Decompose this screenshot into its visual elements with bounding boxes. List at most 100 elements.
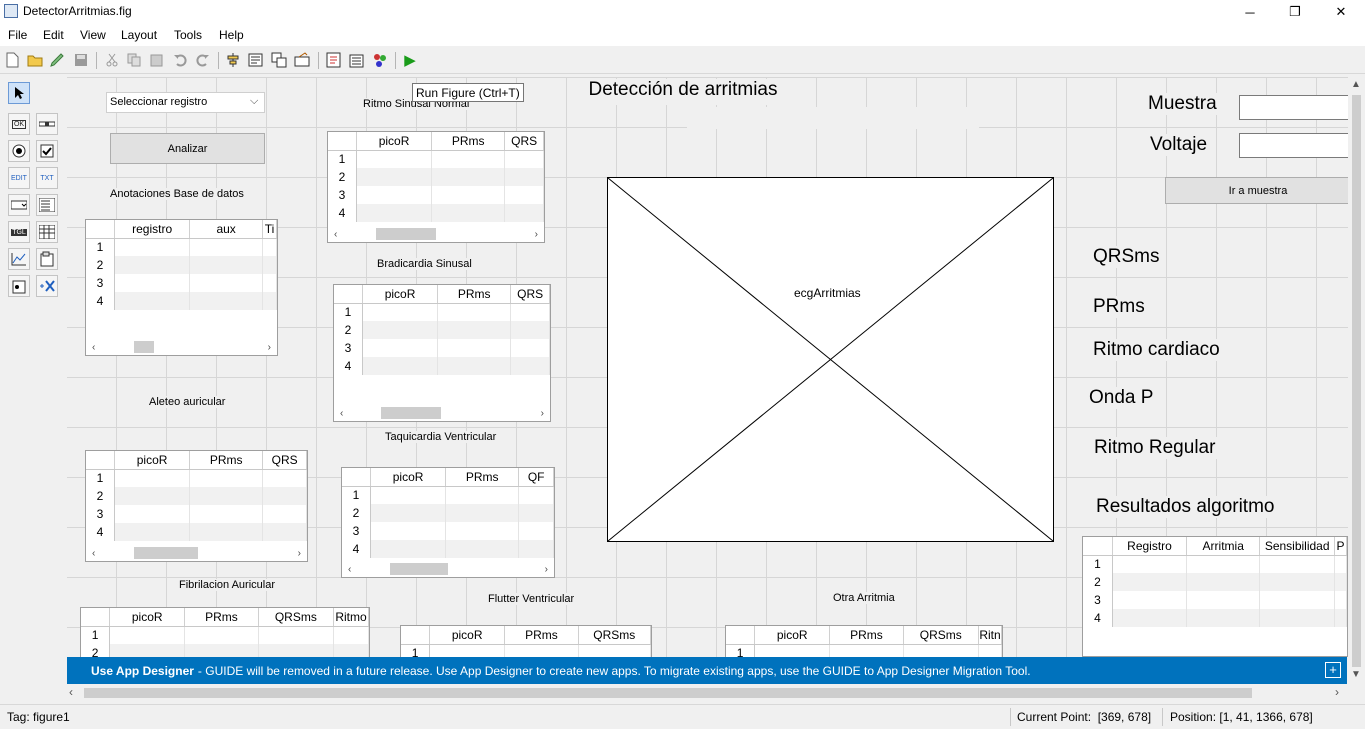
fibrilacion-table[interactable]: picoR PRms QRSms Ritmo 1 2 [80,607,370,657]
bradicardia-table[interactable]: picoR PRms QRS 1 2 3 4 ‹ › [333,284,551,422]
scroll-thumb[interactable] [376,228,436,240]
column-header[interactable]: Ritmo [333,608,369,627]
column-header[interactable]: picoR [356,132,433,151]
toggle-button-icon[interactable]: TGL [8,221,30,243]
table-row[interactable]: 1 [334,303,550,321]
close-button[interactable]: ✕ [1318,0,1364,24]
slider-icon[interactable] [36,113,58,135]
column-header[interactable]: PRms [437,285,512,304]
column-header[interactable]: PRms [431,132,506,151]
table-row[interactable]: 1 [328,150,544,168]
menu-help[interactable]: Help [219,28,244,42]
select-arrow-icon[interactable] [8,82,30,104]
column-header[interactable]: registro [114,220,191,239]
ir-muestra-button[interactable]: Ir a muestra [1165,177,1348,204]
ritmo-sinusal-table[interactable]: picoR PRms QRS 1 2 3 4 ‹ › [327,131,545,243]
table-row[interactable]: 2 [334,321,550,339]
table-row[interactable]: 1 [86,469,307,487]
scroll-left-icon[interactable]: ‹ [69,685,73,699]
column-header[interactable]: QRS [262,451,307,470]
table-row[interactable]: 1 [726,644,1002,657]
tab-order-editor-icon[interactable] [270,51,288,69]
table-row[interactable]: 4 [334,357,550,375]
table-row[interactable]: 2 [328,168,544,186]
column-header[interactable]: QF [518,468,554,487]
edit-text-icon[interactable]: EDIT [8,167,30,189]
button-group-icon[interactable] [8,275,30,297]
open-folder-icon[interactable] [26,51,44,69]
table-row[interactable]: 3 [86,505,307,523]
muestra-input[interactable] [1239,95,1348,120]
ecg-axes[interactable]: ecgArritmias [607,177,1054,542]
column-header[interactable]: PRms [184,608,259,627]
column-header[interactable]: QRSms [578,626,651,645]
scroll-thumb[interactable] [134,341,154,353]
maximize-button[interactable]: ❐ [1272,0,1318,24]
vertical-scrollbar[interactable]: ▲ ▼ [1348,77,1365,684]
aleteo-table[interactable]: picoR PRms QRS 1 2 3 4 ‹ › [85,450,308,562]
taquicardia-table[interactable]: picoR PRms QF 1 2 3 4 ‹ › [341,467,555,578]
column-header[interactable]: Sensibilidad [1259,537,1336,556]
table-row[interactable]: 4 [328,204,544,222]
column-header[interactable]: picoR [362,285,439,304]
save-icon[interactable] [72,51,90,69]
table-scrollbar[interactable]: ‹ › [328,226,544,242]
registro-popup-menu[interactable]: Seleccionar registro ⌵ [106,92,265,113]
table-row[interactable]: 4 [1083,609,1347,627]
expand-icon[interactable]: + [1325,662,1341,678]
align-objects-icon[interactable] [224,51,242,69]
table-scrollbar[interactable]: ‹ › [334,405,550,421]
static-text-icon[interactable]: TXT [36,167,58,189]
menu-layout[interactable]: Layout [121,28,157,42]
cut-icon[interactable] [103,51,121,69]
scroll-thumb[interactable] [381,407,441,419]
redo-icon[interactable] [194,51,212,69]
column-header[interactable]: picoR [429,626,506,645]
table-row[interactable]: 1 [81,626,369,644]
table-row[interactable]: 4 [86,523,307,541]
table-row[interactable]: 4 [86,292,277,310]
analizar-button[interactable]: Analizar [110,133,265,164]
menu-file[interactable]: File [8,28,27,42]
column-header[interactable]: Arritmia [1186,537,1261,556]
column-header[interactable]: QRS [510,285,550,304]
copy-icon[interactable] [125,51,143,69]
layout-canvas[interactable]: Seleccionar registro ⌵ Analizar Anotacio… [67,77,1348,657]
column-header[interactable]: Ritn [978,626,1002,645]
table-row[interactable]: 1 [401,644,651,657]
horizontal-scroll-thumb[interactable] [84,688,1252,698]
table-row[interactable]: 4 [342,540,554,558]
table-row[interactable]: 2 [81,644,369,657]
table-row[interactable]: 3 [342,522,554,540]
scroll-right-icon[interactable]: › [1335,685,1339,699]
column-header[interactable]: PRms [445,468,520,487]
table-row[interactable]: 3 [86,274,277,292]
table-row[interactable]: 2 [342,504,554,522]
column-header[interactable]: PRms [504,626,579,645]
run-figure-icon[interactable]: ▶ [401,51,419,69]
push-button-icon[interactable]: OK [8,113,30,135]
new-file-icon[interactable] [3,51,21,69]
activex-icon[interactable] [36,275,58,297]
scroll-down-icon[interactable]: ▼ [1351,669,1361,680]
table-row[interactable]: 3 [1083,591,1347,609]
column-header[interactable]: aux [189,220,264,239]
menu-edit[interactable]: Edit [43,28,64,42]
flutter-table[interactable]: picoR PRms QRSms 1 [400,625,652,657]
column-header[interactable]: PRms [189,451,264,470]
menu-tools[interactable]: Tools [174,28,202,42]
table-row[interactable]: 3 [328,186,544,204]
column-header[interactable]: picoR [109,608,186,627]
panel-icon[interactable] [36,248,58,270]
table-row[interactable]: 1 [1083,555,1347,573]
table-row[interactable]: 3 [334,339,550,357]
voltaje-input[interactable] [1239,133,1348,158]
radio-button-icon[interactable] [8,140,30,162]
table-row[interactable]: 2 [86,487,307,505]
table-scrollbar[interactable]: ‹ › [86,545,307,561]
menu-editor-icon[interactable] [247,51,265,69]
toolbar-editor-icon[interactable] [293,51,311,69]
table-row[interactable]: 2 [1083,573,1347,591]
horizontal-scrollbar[interactable]: ‹ › [67,685,1348,701]
resultados-table[interactable]: Registro Arritmia Sensibilidad P 1 2 3 4 [1082,536,1348,657]
